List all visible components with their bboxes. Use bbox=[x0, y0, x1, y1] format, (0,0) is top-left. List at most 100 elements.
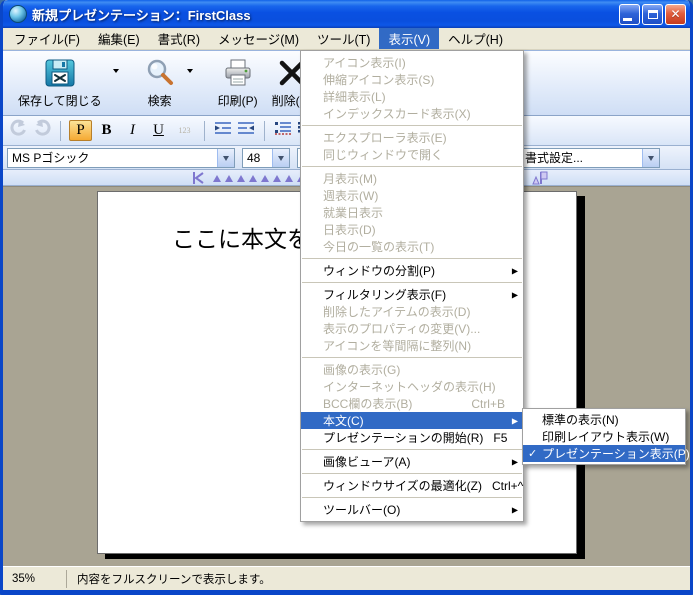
redo-icon[interactable] bbox=[32, 119, 52, 142]
menu-item-week-view[interactable]: 週表示(W) bbox=[301, 187, 523, 204]
status-message: 内容をフルスクリーンで表示します。 bbox=[67, 571, 271, 587]
menu-item-optimize-window-size[interactable]: ウィンドウサイズの最適化(Z)Ctrl+^ bbox=[301, 477, 523, 494]
toolbar-separator bbox=[204, 121, 205, 141]
app-window: 新規プレゼンテーション：FirstClass ✕ ファイル(F) 編集(E) 書… bbox=[0, 0, 693, 595]
undo-icon[interactable] bbox=[9, 119, 29, 142]
menu-separator bbox=[302, 125, 522, 126]
menu-separator bbox=[302, 449, 522, 450]
right-margin-marker[interactable] bbox=[529, 171, 549, 185]
tab-stop-marker[interactable] bbox=[249, 175, 257, 182]
window-title: 新規プレゼンテーション：FirstClass bbox=[32, 5, 619, 24]
fixed-size-button[interactable]: 123 bbox=[173, 120, 196, 141]
menu-separator bbox=[302, 357, 522, 358]
menu-item-change-view-properties[interactable]: 表示のプロパティの変更(V)... bbox=[301, 320, 523, 337]
fixed-size-icon: 123 bbox=[179, 126, 191, 135]
menu-item-workday-view[interactable]: 就業日表示 bbox=[301, 204, 523, 221]
statusbar: 35% 内容をフルスクリーンで表示します。 bbox=[3, 566, 690, 590]
window-controls: ✕ bbox=[619, 4, 686, 25]
menu-item-open-same-window[interactable]: 同じウィンドウで開く bbox=[301, 146, 523, 163]
view-menu-popup: アイコン表示(I) 伸縮アイコン表示(S) 詳細表示(L) インデックスカード表… bbox=[300, 50, 524, 522]
maximize-button[interactable] bbox=[642, 4, 663, 25]
search-dropdown[interactable] bbox=[183, 53, 197, 113]
menu-separator bbox=[302, 166, 522, 167]
menu-item-today-list-view[interactable]: 今日の一覧の表示(T) bbox=[301, 238, 523, 255]
menu-item-icon-view[interactable]: アイコン表示(I) bbox=[301, 54, 523, 71]
close-icon: ✕ bbox=[670, 8, 680, 20]
menu-separator bbox=[302, 258, 522, 259]
menu-item-month-view[interactable]: 月表示(M) bbox=[301, 170, 523, 187]
minimize-icon bbox=[623, 18, 632, 21]
line-spacing-icon[interactable] bbox=[273, 121, 293, 140]
dropdown-arrow-icon bbox=[113, 69, 119, 76]
app-icon bbox=[9, 5, 27, 23]
search-icon bbox=[144, 56, 176, 89]
dropdown-arrow-icon bbox=[187, 69, 193, 76]
menu-item-filtering-view[interactable]: フィルタリング表示(F) bbox=[301, 286, 523, 303]
menu-item-align-icons[interactable]: アイコンを等間隔に整列(N) bbox=[301, 337, 523, 354]
menu-item-detail-view[interactable]: 詳細表示(L) bbox=[301, 88, 523, 105]
print-label: 印刷(P) bbox=[218, 92, 258, 109]
menu-format[interactable]: 書式(R) bbox=[149, 28, 209, 49]
menu-item-show-bcc-field[interactable]: BCC欄の表示(B)Ctrl+B bbox=[301, 395, 523, 412]
submenu-item-presentation-view[interactable]: プレゼンテーション表示(P) bbox=[523, 445, 685, 462]
shortcut-label: Ctrl+^ bbox=[482, 479, 523, 493]
submenu-item-print-layout-view[interactable]: 印刷レイアウト表示(W) bbox=[523, 428, 685, 445]
menu-separator bbox=[302, 282, 522, 283]
indent-increase-icon[interactable] bbox=[213, 121, 233, 140]
bold-button[interactable]: B bbox=[95, 120, 118, 141]
menu-item-toolbar[interactable]: ツールバー(O) bbox=[301, 501, 523, 518]
tab-stop-marker[interactable] bbox=[273, 175, 281, 182]
toolbar-separator bbox=[60, 121, 61, 141]
menu-file[interactable]: ファイル(F) bbox=[5, 28, 89, 49]
toolbar-separator bbox=[264, 121, 265, 141]
tab-stop-marker[interactable] bbox=[225, 175, 233, 182]
combo-arrow-icon bbox=[272, 149, 289, 167]
underline-button[interactable]: U bbox=[147, 120, 170, 141]
menu-item-image-viewer[interactable]: 画像ビューア(A) bbox=[301, 453, 523, 470]
search-button[interactable]: 検索 bbox=[137, 53, 183, 113]
plain-style-button[interactable]: P bbox=[69, 120, 92, 141]
body-submenu-popup: 標準の表示(N) 印刷レイアウト表示(W) プレゼンテーション表示(P) bbox=[522, 408, 686, 465]
menu-view[interactable]: 表示(V) bbox=[379, 28, 439, 49]
save-close-dropdown[interactable] bbox=[109, 53, 123, 113]
font-family-value: MS Pゴシック bbox=[12, 149, 89, 166]
font-family-combo[interactable]: MS Pゴシック bbox=[7, 148, 235, 168]
tab-stop-marker[interactable] bbox=[213, 175, 221, 182]
menu-item-scaled-icon-view[interactable]: 伸縮アイコン表示(S) bbox=[301, 71, 523, 88]
left-margin-marker[interactable] bbox=[191, 171, 205, 185]
font-size-combo[interactable]: 48 bbox=[242, 148, 290, 168]
tab-stop-marker[interactable] bbox=[237, 175, 245, 182]
zoom-level: 35% bbox=[3, 570, 67, 588]
menu-separator bbox=[302, 497, 522, 498]
minimize-button[interactable] bbox=[619, 4, 640, 25]
menu-message[interactable]: メッセージ(M) bbox=[209, 28, 308, 49]
search-label: 検索 bbox=[148, 92, 172, 109]
tab-stop-marker[interactable] bbox=[285, 175, 293, 182]
format-settings-combo[interactable]: 書式設定... bbox=[520, 148, 660, 168]
menu-item-index-card-view[interactable]: インデックスカード表示(X) bbox=[301, 105, 523, 122]
submenu-item-standard-view[interactable]: 標準の表示(N) bbox=[523, 411, 685, 428]
indent-decrease-icon[interactable] bbox=[236, 121, 256, 140]
menu-help[interactable]: ヘルプ(H) bbox=[439, 28, 512, 49]
menu-tools[interactable]: ツール(T) bbox=[308, 28, 379, 49]
tab-stop-marker[interactable] bbox=[261, 175, 269, 182]
save-close-label: 保存して閉じる bbox=[18, 92, 102, 109]
close-button[interactable]: ✕ bbox=[665, 4, 686, 25]
italic-button[interactable]: I bbox=[121, 120, 144, 141]
menu-item-split-window[interactable]: ウィンドウの分割(P) bbox=[301, 262, 523, 279]
menu-item-show-images[interactable]: 画像の表示(G) bbox=[301, 361, 523, 378]
shortcut-label: F5 bbox=[483, 431, 507, 445]
menu-item-show-deleted-items[interactable]: 削除したアイテムの表示(D) bbox=[301, 303, 523, 320]
print-button[interactable]: 印刷(P) bbox=[211, 53, 265, 113]
print-icon bbox=[222, 56, 254, 89]
menu-item-show-internet-headers[interactable]: インターネットヘッダの表示(H) bbox=[301, 378, 523, 395]
shortcut-label: Ctrl+B bbox=[461, 397, 505, 411]
menu-item-body[interactable]: 本文(C) bbox=[301, 412, 523, 429]
save-close-button[interactable]: 保存して閉じる bbox=[11, 53, 109, 113]
menu-edit[interactable]: 編集(E) bbox=[89, 28, 149, 49]
save-close-icon bbox=[44, 56, 76, 89]
menu-item-explorer-view[interactable]: エクスプローラ表示(E) bbox=[301, 129, 523, 146]
menu-item-day-view[interactable]: 日表示(D) bbox=[301, 221, 523, 238]
menu-item-start-presentation[interactable]: プレゼンテーションの開始(R)F5 bbox=[301, 429, 523, 446]
maximize-icon bbox=[648, 10, 658, 19]
